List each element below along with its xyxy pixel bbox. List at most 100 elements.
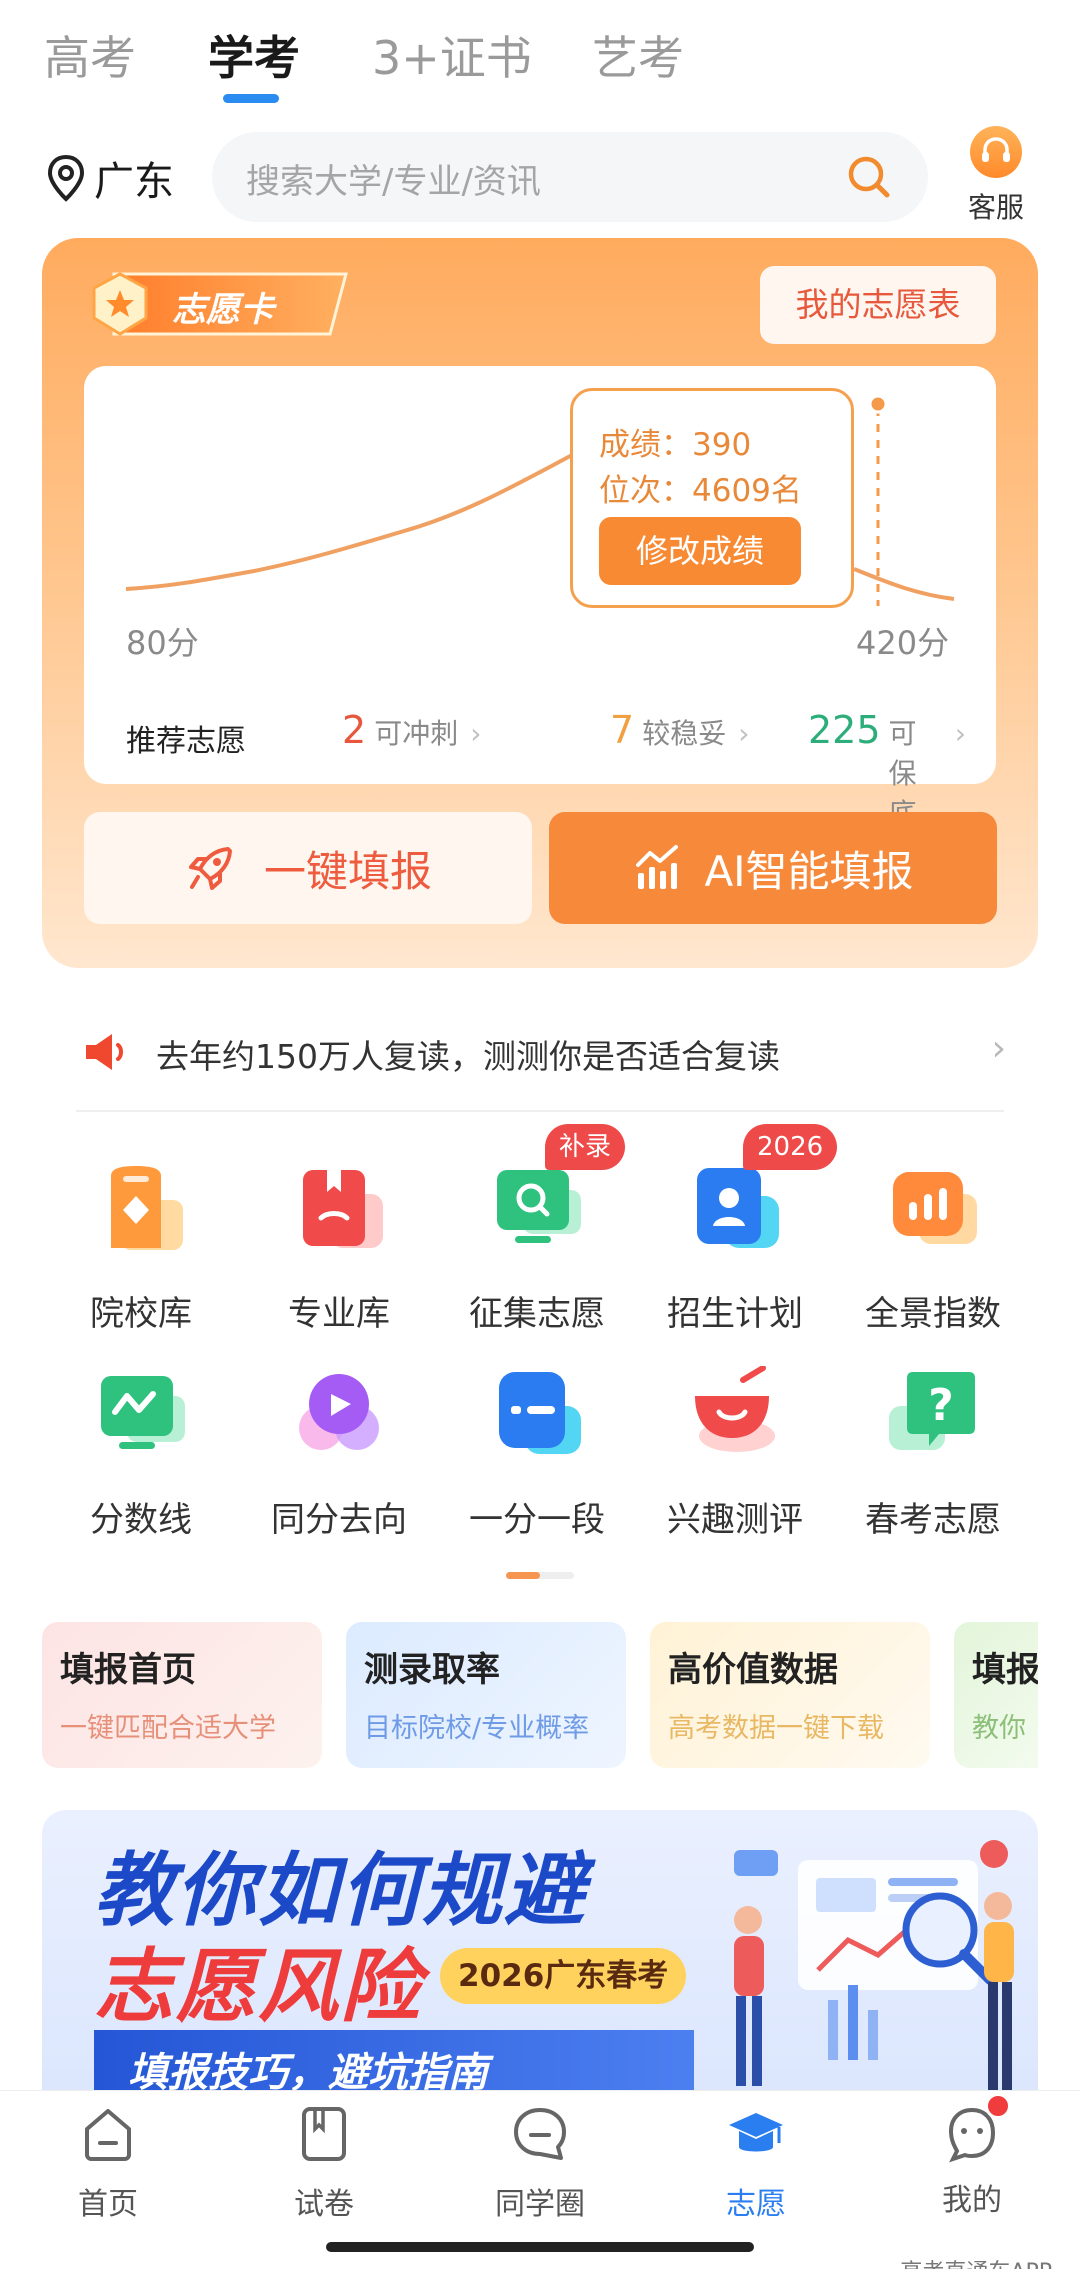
notification-dot <box>985 2093 1011 2119</box>
feature-card-fill-home[interactable]: 填报首页 一键匹配合适大学 <box>42 1622 322 1768</box>
search-placeholder: 搜索大学/专业/资讯 <box>246 162 541 202</box>
stable-label: 较稳妥 <box>642 717 727 750</box>
year-badge: 2026 <box>743 1124 838 1170</box>
customer-service-button[interactable]: 客服 <box>960 126 1032 226</box>
recommend-title: 推荐志愿 <box>126 724 246 759</box>
recommend-reach[interactable]: 2 可冲刺 › <box>342 708 481 752</box>
feature-subtitle: 目标院校/专业概率 <box>364 1713 590 1744</box>
nav-label: 我的 <box>942 2183 1002 2218</box>
grid-label: 专业库 <box>288 1294 390 1334</box>
tooltip-score: 成绩：390 <box>599 427 752 463</box>
feature-title: 填报首页 <box>60 1650 196 1690</box>
tab-gaokao[interactable]: 高考 <box>44 22 136 88</box>
feature-title: 测录取率 <box>364 1650 500 1690</box>
grid-item-score-line[interactable]: 分数线 <box>56 1366 226 1541</box>
stable-count: 7 <box>610 708 635 752</box>
score-chart-card: 80分 420分 成绩：390 位次：4609名 修改成绩 推荐志愿 2 可冲刺… <box>84 366 996 830</box>
nav-classmates[interactable]: 同学圈 <box>470 2105 610 2223</box>
my-volunteer-table-button[interactable]: 我的志愿表 <box>760 266 996 344</box>
chevron-right-icon: › <box>470 717 482 750</box>
tooltip-rank: 位次：4609名 <box>599 473 802 509</box>
feature-subtitle: 一键匹配合适大学 <box>60 1713 276 1744</box>
nav-label: 志愿 <box>726 2187 786 2222</box>
feature-card-high-value-data[interactable]: 高价值数据 高考数据一键下载 <box>650 1622 930 1768</box>
grid-label: 同分去向 <box>271 1500 407 1540</box>
grid-item-interest-test[interactable]: 兴趣测评 <box>650 1365 820 1541</box>
grid-item-enrollment-plan[interactable]: 2026 招生计划 <box>650 1124 838 1335</box>
current-score-marker-dot <box>868 394 888 414</box>
grid-label: 一分一段 <box>469 1500 605 1540</box>
notice-text: 去年约150万人复读，测测你是否适合复读 <box>156 1037 780 1076</box>
score-tooltip: 成绩：390 位次：4609名 修改成绩 <box>570 388 854 608</box>
repeat-exam-notice[interactable]: 去年约150万人复读，测测你是否适合复读 › <box>76 1018 1006 1088</box>
nav-home[interactable]: 首页 <box>38 2105 178 2223</box>
rocket-icon <box>188 847 232 890</box>
cup-icon <box>685 1365 785 1466</box>
direction-icon <box>289 1366 389 1466</box>
tab-xuekao[interactable]: 学考 <box>208 22 300 88</box>
ai-smart-fill-label: AI智能填报 <box>704 846 914 896</box>
promo-banner[interactable]: 教你如何规避 志愿风险 2026广东春考 填报技巧，避坑指南 <box>42 1810 1038 2100</box>
nav-papers[interactable]: 试卷 <box>254 2105 394 2223</box>
ai-chart-icon <box>636 845 679 889</box>
grid-item-spring-volunteer[interactable]: ? 春考志愿 <box>848 1366 1018 1541</box>
score-trend-line <box>125 452 575 591</box>
nav-mine[interactable]: 我的 <box>902 2093 1042 2219</box>
active-tab-indicator <box>223 94 279 103</box>
question-icon: ? <box>883 1366 983 1466</box>
nav-label: 同学圈 <box>495 2187 585 2222</box>
edit-score-button[interactable]: 修改成绩 <box>599 517 801 585</box>
feature-card-admission-rate[interactable]: 测录取率 目标院校/专业概率 <box>346 1622 626 1768</box>
grid-item-same-score-direction[interactable]: 同分去向 <box>254 1366 424 1541</box>
book-icon <box>289 1160 389 1260</box>
recommendation-row: 推荐志愿 2 可冲刺 › 7 较稳妥 › 225 可保底 › <box>126 704 966 830</box>
supplement-badge: 补录 <box>545 1124 626 1170</box>
megaphone-icon <box>86 1034 123 1070</box>
search-icon[interactable] <box>844 152 894 202</box>
grid-item-school-library[interactable]: 院校库 <box>56 1160 226 1335</box>
feature-subtitle: 教你 <box>972 1713 1026 1744</box>
grid-item-score-segment[interactable]: 一分一段 <box>452 1366 622 1541</box>
svg-text:?: ? <box>928 1380 954 1431</box>
customer-service-label: 客服 <box>967 191 1024 224</box>
one-click-fill-button[interactable]: 一键填报 <box>84 812 532 924</box>
watermark: 高考直通车APP <box>900 2254 1052 2269</box>
monitor-search-icon: 补录 <box>487 1124 626 1260</box>
grid-label: 全景指数 <box>865 1294 1001 1334</box>
chevron-right-icon: › <box>738 717 750 750</box>
volunteer-card: 志愿卡 我的志愿表 80分 420分 成绩：390 位次：4609名 修改成绩 … <box>42 238 1038 968</box>
location-selector[interactable]: 广东 <box>46 148 174 208</box>
grid-item-major-library[interactable]: 专业库 <box>254 1160 424 1335</box>
recommend-stable[interactable]: 7 较稳妥 › <box>610 708 749 752</box>
banner-subheadline: 志愿风险 <box>94 1940 422 2033</box>
person-card-icon: 2026 <box>685 1124 838 1260</box>
profile-icon <box>943 2093 1011 2163</box>
grid-pager-active <box>506 1572 540 1579</box>
feature-card-fill-guide[interactable]: 填报 教你 <box>954 1622 1038 1768</box>
segment-icon <box>487 1366 587 1466</box>
nav-volunteer[interactable]: 志愿 <box>686 2105 826 2223</box>
volunteer-card-badge: 志愿卡 <box>84 268 354 340</box>
chart-max-label: 420分 <box>856 624 950 662</box>
tab-3-cert[interactable]: 3+证书 <box>372 22 532 88</box>
grid-item-collect-volunteer[interactable]: 补录 征集志愿 <box>452 1124 626 1335</box>
ai-smart-fill-button[interactable]: AI智能填报 <box>549 812 997 924</box>
chart-min-label: 80分 <box>126 624 199 662</box>
tab-yikao[interactable]: 艺考 <box>592 22 684 88</box>
search-input[interactable]: 搜索大学/专业/资讯 <box>212 132 928 222</box>
banner-tag: 2026广东春考 <box>440 1948 687 2004</box>
one-click-fill-label: 一键填报 <box>263 846 432 896</box>
home-icon <box>85 2109 131 2161</box>
grid-label: 分数线 <box>90 1500 192 1540</box>
feature-subtitle: 高考数据一键下载 <box>668 1713 884 1744</box>
chevron-right-icon: › <box>954 717 966 750</box>
chevron-right-icon: › <box>991 1028 1006 1069</box>
grid-item-panorama-index[interactable]: 全景指数 <box>848 1160 1018 1335</box>
feature-title: 填报 <box>972 1650 1038 1690</box>
feature-title: 高价值数据 <box>668 1650 838 1690</box>
headset-icon <box>970 126 1022 178</box>
nav-label: 首页 <box>78 2187 138 2222</box>
grid-pager <box>506 1572 574 1579</box>
paper-icon <box>302 2107 346 2161</box>
divider <box>76 1110 1004 1112</box>
